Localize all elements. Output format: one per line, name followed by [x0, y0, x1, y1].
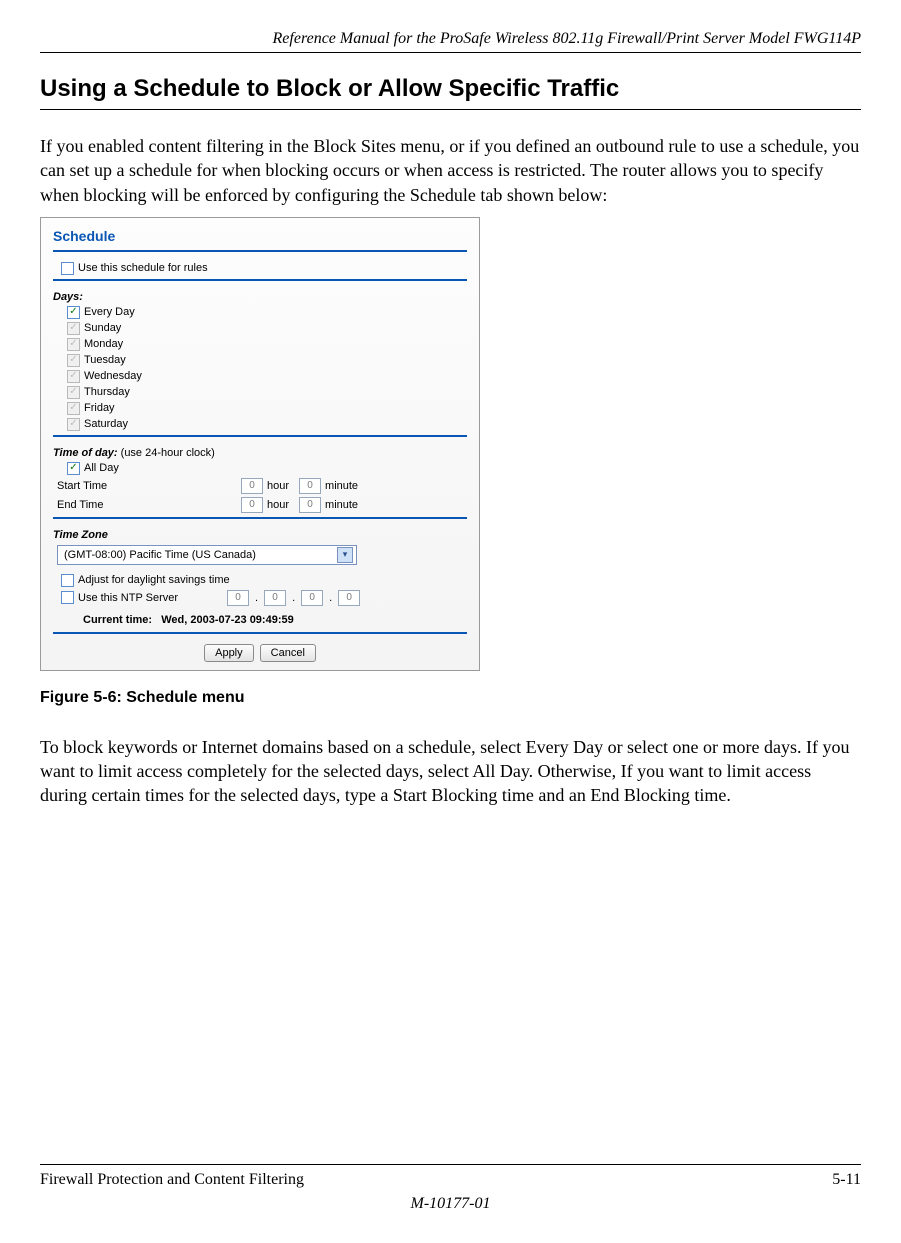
hour-unit: hour	[267, 480, 289, 492]
timeofday-label: Time of day:	[53, 447, 118, 459]
rule-top	[40, 52, 861, 53]
allday-row: ✓ All Day	[67, 462, 467, 475]
end-hour-input[interactable]	[241, 497, 263, 513]
current-time-row: Current time: Wed, 2003-07-23 09:49:59	[83, 614, 467, 626]
ntp-row: ✓ Use this NTP Server . . .	[61, 590, 467, 606]
start-time-row: Start Time hour minute	[57, 478, 467, 494]
checkbox-tuesday[interactable]: ✓	[67, 354, 80, 367]
end-time-label: End Time	[57, 499, 237, 511]
day-row-wednesday: ✓ Wednesday	[67, 370, 467, 383]
dot-icon: .	[255, 592, 258, 604]
rule-under-title	[40, 109, 861, 110]
checkbox-ntp[interactable]: ✓	[61, 591, 74, 604]
start-minute-input[interactable]	[299, 478, 321, 494]
start-hour-input[interactable]	[241, 478, 263, 494]
day-row-sunday: ✓ Sunday	[67, 322, 467, 335]
rule-blue-4	[53, 517, 467, 519]
rule-blue-2	[53, 279, 467, 281]
minute-unit: minute	[325, 480, 358, 492]
rule-blue-3	[53, 435, 467, 437]
end-minute-input[interactable]	[299, 497, 321, 513]
timeofday-note: (use 24-hour clock)	[118, 447, 215, 459]
schedule-heading: Schedule	[53, 228, 467, 244]
allday-label: All Day	[84, 462, 119, 474]
use-schedule-checkbox[interactable]: ✓	[61, 262, 74, 275]
page-number: 5-11	[832, 1171, 861, 1189]
day-label: Tuesday	[84, 354, 126, 366]
day-label: Monday	[84, 338, 123, 350]
checkbox-allday[interactable]: ✓	[67, 462, 80, 475]
ntp-ip-4[interactable]	[338, 590, 360, 606]
page-footer: Firewall Protection and Content Filterin…	[40, 1164, 861, 1213]
dst-row: ✓ Adjust for daylight savings time	[61, 574, 467, 587]
ntp-ip-3[interactable]	[301, 590, 323, 606]
button-bar: Apply Cancel	[53, 644, 467, 662]
day-label: Sunday	[84, 322, 121, 334]
rule-blue-5	[53, 632, 467, 634]
dot-icon: .	[329, 592, 332, 604]
end-time-row: End Time hour minute	[57, 497, 467, 513]
day-row-saturday: ✓ Saturday	[67, 418, 467, 431]
day-row-tuesday: ✓ Tuesday	[67, 354, 467, 367]
start-time-label: Start Time	[57, 480, 237, 492]
ntp-ip-1[interactable]	[227, 590, 249, 606]
figure-caption: Figure 5-6: Schedule menu	[40, 689, 861, 707]
checkbox-sunday[interactable]: ✓	[67, 322, 80, 335]
dot-icon: .	[292, 592, 295, 604]
dst-label: Adjust for daylight savings time	[78, 574, 230, 586]
checkbox-everyday[interactable]: ✓	[67, 306, 80, 319]
day-label: Thursday	[84, 386, 130, 398]
checkbox-monday[interactable]: ✓	[67, 338, 80, 351]
checkbox-saturday[interactable]: ✓	[67, 418, 80, 431]
document-number: M-10177-01	[40, 1195, 861, 1213]
day-label: Wednesday	[84, 370, 142, 382]
day-row-everyday: ✓ Every Day	[67, 306, 467, 319]
section-title: Using a Schedule to Block or Allow Speci…	[40, 75, 861, 103]
timezone-value: (GMT-08:00) Pacific Time (US Canada)	[64, 549, 256, 561]
running-header: Reference Manual for the ProSafe Wireles…	[40, 30, 861, 48]
timezone-group-title: Time Zone	[53, 529, 467, 541]
use-schedule-label: Use this schedule for rules	[78, 262, 208, 274]
days-group-title: Days:	[53, 291, 467, 303]
timezone-select[interactable]: (GMT-08:00) Pacific Time (US Canada) ▾	[57, 545, 357, 565]
day-label: Saturday	[84, 418, 128, 430]
followup-paragraph: To block keywords or Internet domains ba…	[40, 735, 861, 808]
chevron-down-icon: ▾	[337, 547, 353, 563]
ntp-label: Use this NTP Server	[78, 592, 223, 604]
day-row-monday: ✓ Monday	[67, 338, 467, 351]
current-time-value: Wed, 2003-07-23 09:49:59	[161, 614, 294, 626]
current-time-label: Current time:	[83, 614, 152, 626]
timeofday-group-title: Time of day: (use 24-hour clock)	[53, 447, 467, 459]
hour-unit: hour	[267, 499, 289, 511]
use-schedule-row: ✓ Use this schedule for rules	[61, 262, 467, 275]
checkbox-friday[interactable]: ✓	[67, 402, 80, 415]
rule-footer	[40, 1164, 861, 1165]
checkbox-dst[interactable]: ✓	[61, 574, 74, 587]
day-label: Friday	[84, 402, 115, 414]
minute-unit: minute	[325, 499, 358, 511]
checkbox-thursday[interactable]: ✓	[67, 386, 80, 399]
ntp-ip-2[interactable]	[264, 590, 286, 606]
rule-blue-1	[53, 250, 467, 252]
cancel-button[interactable]: Cancel	[260, 644, 316, 662]
schedule-screenshot: Schedule ✓ Use this schedule for rules D…	[40, 217, 480, 671]
intro-paragraph: If you enabled content filtering in the …	[40, 134, 861, 207]
checkbox-wednesday[interactable]: ✓	[67, 370, 80, 383]
day-row-friday: ✓ Friday	[67, 402, 467, 415]
day-label: Every Day	[84, 306, 135, 318]
footer-section-title: Firewall Protection and Content Filterin…	[40, 1171, 304, 1189]
apply-button[interactable]: Apply	[204, 644, 254, 662]
day-row-thursday: ✓ Thursday	[67, 386, 467, 399]
